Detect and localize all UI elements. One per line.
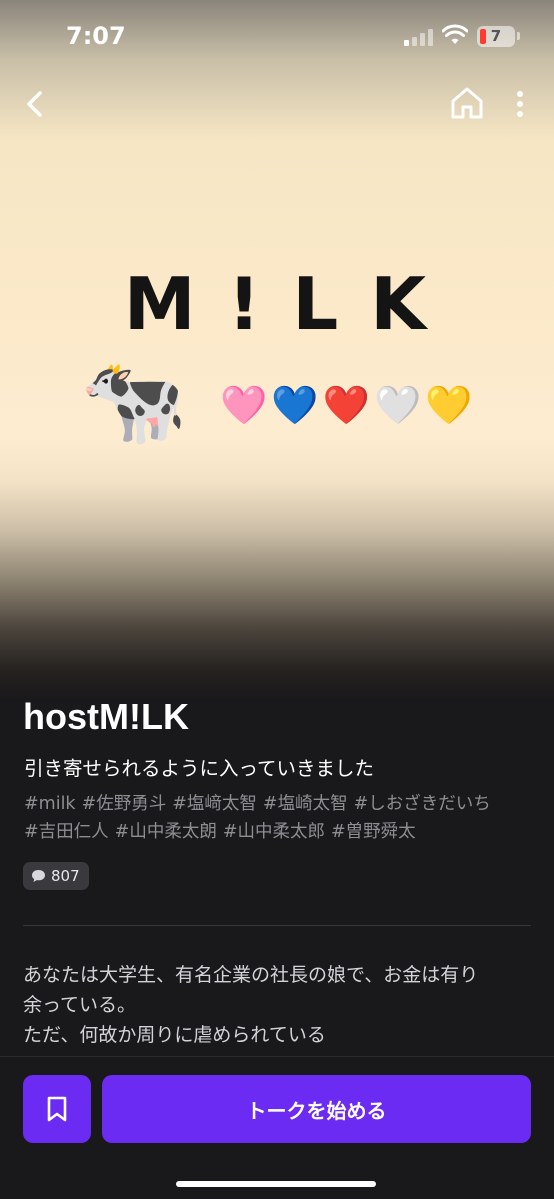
status-time: 7:07	[66, 22, 126, 50]
bookmark-icon	[47, 1096, 67, 1122]
character-subtitle: 引き寄せられるように入っていきました	[24, 757, 375, 780]
hearts-emoji: 🩷💙❤️🤍💛	[220, 383, 477, 427]
character-description: あなたは大学生、有名企業の社長の娘で、お金は有り 余っている。 ただ、何故か周り…	[23, 960, 533, 1050]
tag[interactable]: #塩﨑太智	[172, 794, 257, 814]
battery-level: 7	[490, 27, 502, 45]
battery-cap	[517, 32, 520, 40]
tag[interactable]: #塩崎太智	[263, 794, 348, 814]
status-bar: 7:07 7	[0, 0, 554, 74]
comment-count: 807	[51, 867, 80, 885]
description-line: 余っている。	[23, 994, 137, 1016]
tag[interactable]: #佐野勇斗	[82, 794, 167, 814]
tag[interactable]: #吉田仁人	[24, 822, 109, 842]
character-title: hostM!LK	[23, 696, 189, 737]
tag[interactable]: #曽野舜太	[331, 822, 416, 842]
divider	[23, 925, 531, 926]
home-icon[interactable]	[448, 84, 486, 122]
character-detail-page: M!LK 🐄 🩷💙❤️🤍💛 7:07 7 hostM!LK 引き寄せられるように…	[0, 0, 554, 1199]
battery-icon: 7	[477, 26, 515, 47]
tag[interactable]: #しおざきだいち	[354, 794, 491, 814]
wifi-icon	[442, 24, 468, 44]
comment-count-badge: 807	[23, 862, 89, 890]
cover-logo-text: M!LK	[123, 262, 459, 346]
bookmark-button[interactable]	[23, 1075, 91, 1143]
cellular-signal-icon	[404, 28, 434, 46]
home-indicator	[176, 1181, 376, 1187]
chevron-left-icon[interactable]	[18, 86, 54, 122]
cow-emoji: 🐄	[80, 351, 188, 451]
description-line: あなたは大学生、有名企業の社長の娘で、お金は有り	[23, 964, 479, 986]
bottom-action-bar: トークを始める	[0, 1056, 554, 1199]
description-line: ただ、何故か周りに虐められている	[23, 1024, 326, 1046]
more-vertical-icon[interactable]	[506, 86, 534, 122]
tag-list: #milk #佐野勇斗 #塩﨑太智 #塩崎太智 #しおざきだいち #吉田仁人 #山中柔太朗…	[24, 790, 534, 846]
speech-bubble-icon	[32, 870, 45, 882]
start-talk-button[interactable]: トークを始める	[102, 1075, 531, 1143]
tag[interactable]: #山中柔太郎	[223, 822, 325, 842]
tag[interactable]: #milk	[24, 794, 76, 814]
tag[interactable]: #山中柔太朗	[115, 822, 217, 842]
